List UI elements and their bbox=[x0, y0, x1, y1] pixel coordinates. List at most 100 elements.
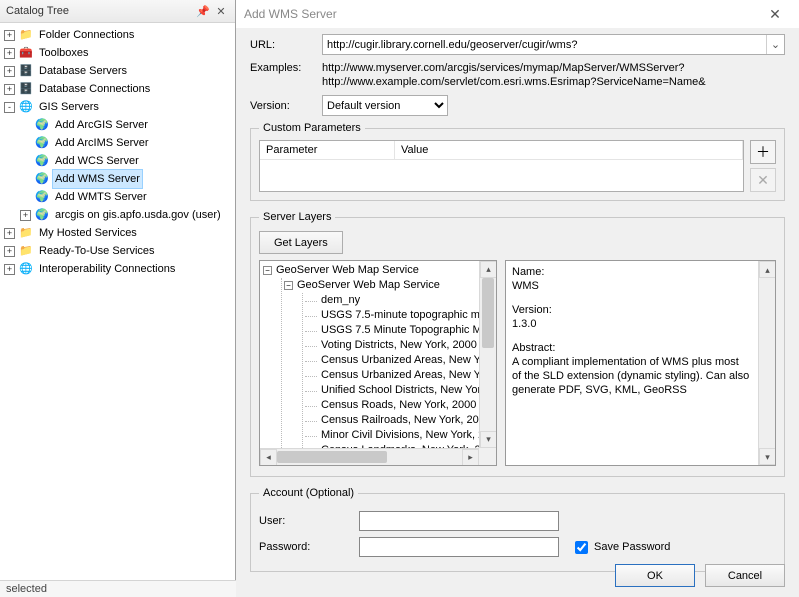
tree-node[interactable]: +📁Folder Connections bbox=[2, 26, 233, 44]
tree-node[interactable]: +🌐Interoperability Connections bbox=[2, 260, 233, 278]
expander-blank bbox=[20, 120, 31, 131]
scroll-left-icon[interactable]: ◂ bbox=[260, 449, 277, 466]
tree-node[interactable]: -🌐GIS Servers bbox=[2, 98, 233, 116]
plus-icon: ＋ bbox=[756, 142, 770, 162]
tree-node[interactable]: +🗄️Database Servers bbox=[2, 62, 233, 80]
db-icon: 🗄️ bbox=[18, 64, 34, 78]
layer-tree-group-label: GeoServer Web Map Service bbox=[297, 278, 440, 293]
info-scroll-up-icon[interactable]: ▴ bbox=[759, 261, 776, 278]
expand-icon[interactable]: + bbox=[4, 30, 15, 41]
save-password-checkbox[interactable] bbox=[575, 541, 588, 554]
tree-node[interactable]: +🗄️Database Connections bbox=[2, 80, 233, 98]
dialog-titlebar: Add WMS Server ✕ bbox=[236, 0, 799, 28]
layers-tree-scrollbar-vertical[interactable]: ▴ ▾ bbox=[479, 261, 496, 448]
tree-node-label[interactable]: GIS Servers bbox=[37, 98, 101, 116]
layer-tree-item[interactable]: Census Urbanized Areas, New York bbox=[305, 368, 479, 383]
password-input[interactable] bbox=[359, 537, 559, 557]
tree-node-label[interactable]: Interoperability Connections bbox=[37, 260, 177, 278]
layer-tree-item[interactable]: USGS 7.5 Minute Topographic Map bbox=[305, 323, 479, 338]
user-label: User: bbox=[259, 515, 359, 527]
layers-tree-scrollbar-horizontal[interactable]: ◂ ▸ bbox=[260, 448, 479, 465]
info-version-value: 1.3.0 bbox=[512, 317, 751, 331]
db-icon: 🗄️ bbox=[18, 82, 34, 96]
layer-tree-item[interactable]: Minor Civil Divisions, New York, 200 bbox=[305, 428, 479, 443]
password-label: Password: bbox=[259, 541, 359, 553]
expand-icon[interactable]: + bbox=[4, 246, 15, 257]
collapse-icon[interactable]: − bbox=[263, 266, 272, 275]
info-abstract-label: Abstract: bbox=[512, 341, 751, 355]
tree-node[interactable]: +📁My Hosted Services bbox=[2, 224, 233, 242]
add-parameter-button[interactable]: ＋ bbox=[750, 140, 776, 164]
tree-node-label[interactable]: arcgis on gis.apfo.usda.gov (user) bbox=[53, 206, 223, 224]
scroll-thumb-vertical[interactable] bbox=[482, 278, 494, 348]
layer-tree-item[interactable]: Census Railroads, New York, 2000 bbox=[305, 413, 479, 428]
info-scrollbar-vertical[interactable]: ▴ ▾ bbox=[758, 261, 775, 465]
srv-icon: 🌍 bbox=[34, 154, 50, 168]
tree-node[interactable]: 🌍Add WMTS Server bbox=[18, 188, 233, 206]
expander-blank bbox=[20, 156, 31, 167]
expand-icon[interactable]: + bbox=[20, 210, 31, 221]
tree-node[interactable]: 🌍Add ArcIMS Server bbox=[18, 134, 233, 152]
info-name-value: WMS bbox=[512, 279, 751, 293]
tree-node-label[interactable]: Database Servers bbox=[37, 62, 129, 80]
remove-parameter-button: ✕ bbox=[750, 168, 776, 192]
save-password-text: Save Password bbox=[594, 541, 670, 553]
toolbox-icon: 🧰 bbox=[18, 46, 34, 60]
layer-tree-item[interactable]: Unified School Districts, New York, bbox=[305, 383, 479, 398]
close-panel-icon[interactable]: ✕ bbox=[213, 3, 229, 19]
scroll-up-icon[interactable]: ▴ bbox=[480, 261, 497, 278]
layer-tree-item[interactable]: dem_ny bbox=[305, 293, 479, 308]
srv-icon: 🌍 bbox=[34, 208, 50, 222]
layer-tree-item[interactable]: Census Urbanized Areas, New York bbox=[305, 353, 479, 368]
expand-icon[interactable]: + bbox=[4, 66, 15, 77]
close-icon[interactable]: ✕ bbox=[759, 6, 791, 23]
expand-icon[interactable]: + bbox=[4, 264, 15, 275]
tree-node-label[interactable]: Add WCS Server bbox=[53, 152, 141, 170]
info-scroll-down-icon[interactable]: ▾ bbox=[759, 448, 776, 465]
tree-node-label[interactable]: Toolboxes bbox=[37, 44, 91, 62]
globe-icon: 🌐 bbox=[18, 100, 34, 114]
dialog-title: Add WMS Server bbox=[244, 7, 337, 21]
user-input[interactable] bbox=[359, 511, 559, 531]
pin-icon[interactable]: 📌 bbox=[195, 3, 211, 19]
url-dropdown-icon[interactable]: ⌄ bbox=[766, 35, 784, 54]
tree-node[interactable]: 🌍Add ArcGIS Server bbox=[18, 116, 233, 134]
collapse-icon[interactable]: − bbox=[284, 281, 293, 290]
expand-icon[interactable]: + bbox=[4, 228, 15, 239]
save-password-label[interactable]: Save Password bbox=[571, 538, 670, 557]
tree-node-label[interactable]: Folder Connections bbox=[37, 26, 136, 44]
parameters-table[interactable]: Parameter Value bbox=[259, 140, 744, 192]
scroll-down-icon[interactable]: ▾ bbox=[480, 431, 497, 448]
tree-node-label[interactable]: Add WMS Server bbox=[53, 170, 142, 188]
tree-node[interactable]: +📁Ready-To-Use Services bbox=[2, 242, 233, 260]
tree-node-label[interactable]: Add WMTS Server bbox=[53, 188, 149, 206]
tree-node[interactable]: +🌍arcgis on gis.apfo.usda.gov (user) bbox=[18, 206, 233, 224]
cancel-button[interactable]: Cancel bbox=[705, 564, 785, 587]
server-layers-tree[interactable]: −GeoServer Web Map Service−GeoServer Web… bbox=[259, 260, 497, 466]
catalog-tree[interactable]: +📁Folder Connections+🧰Toolboxes+🗄️Databa… bbox=[0, 23, 235, 597]
layer-tree-item[interactable]: USGS 7.5-minute topographic map bbox=[305, 308, 479, 323]
expand-icon[interactable]: + bbox=[4, 84, 15, 95]
tree-node-label[interactable]: Ready-To-Use Services bbox=[37, 242, 157, 260]
layer-tree-item[interactable]: Census Roads, New York, 2000 bbox=[305, 398, 479, 413]
tree-node[interactable]: +🧰Toolboxes bbox=[2, 44, 233, 62]
collapse-icon[interactable]: - bbox=[4, 102, 15, 113]
tree-node-label[interactable]: Add ArcGIS Server bbox=[53, 116, 150, 134]
layer-tree-group[interactable]: −GeoServer Web Map Service bbox=[284, 278, 479, 293]
tree-node-label[interactable]: Add ArcIMS Server bbox=[53, 134, 151, 152]
tree-node[interactable]: 🌍Add WCS Server bbox=[18, 152, 233, 170]
scroll-thumb-horizontal[interactable] bbox=[277, 451, 387, 463]
layer-tree-root[interactable]: −GeoServer Web Map Service bbox=[263, 263, 479, 278]
url-input[interactable] bbox=[323, 37, 766, 53]
tree-node-label[interactable]: My Hosted Services bbox=[37, 224, 139, 242]
version-select[interactable]: Default version bbox=[322, 95, 448, 116]
layer-tree-item[interactable]: Voting Districts, New York, 2000 bbox=[305, 338, 479, 353]
tree-node[interactable]: 🌍Add WMS Server bbox=[18, 170, 233, 188]
example-line-2: http://www.example.com/servlet/com.esri.… bbox=[322, 75, 706, 89]
ok-button[interactable]: OK bbox=[615, 564, 695, 587]
expand-icon[interactable]: + bbox=[4, 48, 15, 59]
tree-node-label[interactable]: Database Connections bbox=[37, 80, 152, 98]
server-layers-group: Server Layers Get Layers −GeoServer Web … bbox=[250, 211, 785, 477]
scroll-right-icon[interactable]: ▸ bbox=[462, 449, 479, 466]
get-layers-button[interactable]: Get Layers bbox=[259, 231, 343, 254]
